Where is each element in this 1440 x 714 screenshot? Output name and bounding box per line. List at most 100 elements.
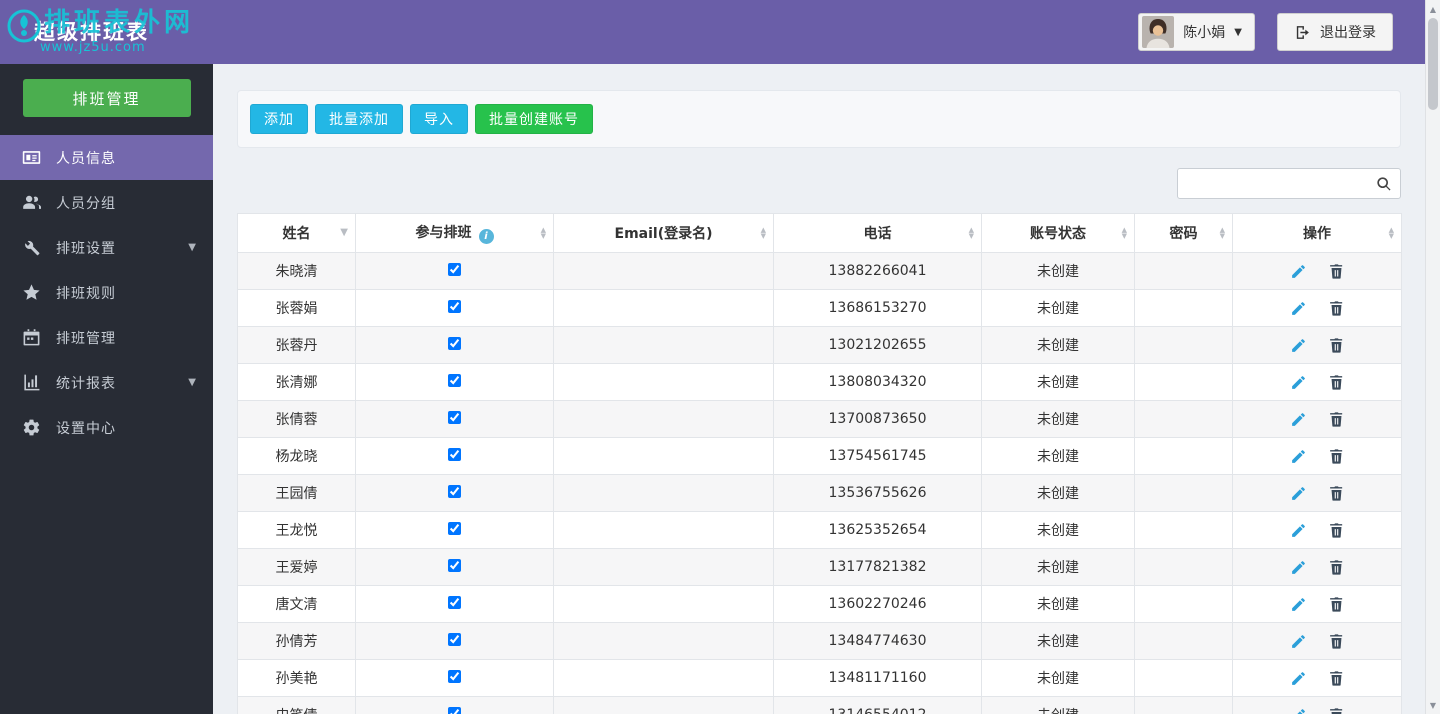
pencil-icon [1290, 374, 1307, 391]
scheduled-checkbox[interactable] [448, 670, 461, 683]
col-header-actions[interactable]: 操作 ▲▼ [1233, 214, 1402, 253]
sort-icon[interactable]: ▲▼ [1220, 227, 1225, 239]
edit-button[interactable] [1290, 263, 1307, 280]
cell-actions [1233, 364, 1402, 401]
col-header-status[interactable]: 账号状态 ▲▼ [982, 214, 1135, 253]
cell-scheduled [356, 586, 554, 623]
table-body: 朱晓清 13882266041 未创建 张蓉娟 13686153270 未创建 [238, 253, 1402, 714]
pencil-icon [1290, 300, 1307, 317]
cell-actions [1233, 253, 1402, 290]
cell-scheduled [356, 290, 554, 327]
delete-button[interactable] [1328, 522, 1345, 539]
edit-button[interactable] [1290, 596, 1307, 613]
cell-status: 未创建 [982, 364, 1135, 401]
cell-password [1135, 438, 1233, 475]
scrollbar-down-arrow[interactable]: ▼ [1426, 697, 1440, 713]
sidebar-item-settings-center[interactable]: 设置中心 ▼ [0, 405, 213, 450]
edit-button[interactable] [1290, 337, 1307, 354]
edit-button[interactable] [1290, 374, 1307, 391]
edit-button[interactable] [1290, 485, 1307, 502]
cell-name: 杨龙晓 [238, 438, 356, 475]
col-header-name[interactable]: 姓名 ▼ [238, 214, 356, 253]
delete-button[interactable] [1328, 670, 1345, 687]
col-header-phone[interactable]: 电话 ▲▼ [774, 214, 982, 253]
table-header-row: 姓名 ▼ 参与排班i ▲▼ Email(登录名) ▲▼ 电话 ▲▼ 账号状态 [238, 214, 1402, 253]
scheduled-checkbox[interactable] [448, 374, 461, 387]
edit-button[interactable] [1290, 633, 1307, 650]
delete-button[interactable] [1328, 485, 1345, 502]
sidebar-item-personnel-info[interactable]: 人员信息 ▼ [0, 135, 213, 180]
sort-icon[interactable]: ▲▼ [1389, 227, 1394, 239]
sidebar-item-shift-manage[interactable]: 排班管理 ▼ [0, 315, 213, 360]
scheduled-checkbox[interactable] [448, 596, 461, 609]
cell-name: 张蓉丹 [238, 327, 356, 364]
sort-icon[interactable]: ▲▼ [541, 227, 546, 239]
cell-email [554, 401, 774, 438]
scheduled-checkbox[interactable] [448, 263, 461, 276]
batch-create-accounts-button[interactable]: 批量创建账号 [475, 104, 593, 134]
table-row: 朱晓清 13882266041 未创建 [238, 253, 1402, 290]
cell-password [1135, 697, 1233, 714]
user-menu-button[interactable]: 陈小娟 ▼ [1138, 13, 1255, 51]
delete-button[interactable] [1328, 411, 1345, 428]
scheduled-checkbox[interactable] [448, 707, 461, 714]
pencil-icon [1290, 337, 1307, 354]
col-header-scheduled[interactable]: 参与排班i ▲▼ [356, 214, 554, 253]
schedule-manage-button[interactable]: 排班管理 [23, 79, 191, 117]
delete-button[interactable] [1328, 559, 1345, 576]
sort-icon[interactable]: ▲▼ [969, 227, 974, 239]
search-icon[interactable] [1376, 176, 1392, 192]
info-icon[interactable]: i [479, 229, 494, 244]
import-button[interactable]: 导入 [410, 104, 468, 134]
sort-icon[interactable]: ▼ [340, 228, 348, 238]
col-header-email[interactable]: Email(登录名) ▲▼ [554, 214, 774, 253]
batch-add-button[interactable]: 批量添加 [315, 104, 403, 134]
cell-phone: 13686153270 [774, 290, 982, 327]
scrollbar-up-arrow[interactable]: ▲ [1426, 1, 1440, 17]
sidebar-item-reports[interactable]: 统计报表 ▼ [0, 360, 213, 405]
sort-icon[interactable]: ▲▼ [1122, 227, 1127, 239]
scheduled-checkbox[interactable] [448, 448, 461, 461]
delete-button[interactable] [1328, 633, 1345, 650]
scheduled-checkbox[interactable] [448, 633, 461, 646]
edit-button[interactable] [1290, 300, 1307, 317]
cell-phone: 13484774630 [774, 623, 982, 660]
edit-button[interactable] [1290, 522, 1307, 539]
edit-button[interactable] [1290, 559, 1307, 576]
delete-button[interactable] [1328, 337, 1345, 354]
col-header-password[interactable]: 密码 ▲▼ [1135, 214, 1233, 253]
scheduled-checkbox[interactable] [448, 337, 461, 350]
scrollbar-thumb[interactable] [1428, 18, 1438, 110]
scheduled-checkbox[interactable] [448, 485, 461, 498]
delete-button[interactable] [1328, 300, 1345, 317]
scheduled-checkbox[interactable] [448, 411, 461, 424]
cell-status: 未创建 [982, 253, 1135, 290]
sidebar-item-shift-rules[interactable]: 排班规则 ▼ [0, 270, 213, 315]
search-input[interactable] [1178, 169, 1400, 198]
add-button[interactable]: 添加 [250, 104, 308, 134]
cell-password [1135, 549, 1233, 586]
cell-email [554, 290, 774, 327]
cell-email [554, 586, 774, 623]
scheduled-checkbox[interactable] [448, 559, 461, 572]
scheduled-checkbox[interactable] [448, 522, 461, 535]
pencil-icon [1290, 596, 1307, 613]
delete-button[interactable] [1328, 448, 1345, 465]
sort-icon[interactable]: ▲▼ [761, 227, 766, 239]
delete-button[interactable] [1328, 707, 1345, 714]
edit-button[interactable] [1290, 411, 1307, 428]
sidebar-item-personnel-group[interactable]: 人员分组 ▼ [0, 180, 213, 225]
page-scrollbar[interactable]: ▲ ▼ [1425, 0, 1440, 714]
trash-icon [1328, 633, 1345, 650]
trash-icon [1328, 411, 1345, 428]
delete-button[interactable] [1328, 374, 1345, 391]
edit-button[interactable] [1290, 670, 1307, 687]
scheduled-checkbox[interactable] [448, 300, 461, 313]
logout-button[interactable]: 退出登录 [1277, 13, 1393, 51]
edit-button[interactable] [1290, 448, 1307, 465]
delete-button[interactable] [1328, 596, 1345, 613]
edit-button[interactable] [1290, 707, 1307, 714]
sidebar-item-shift-settings[interactable]: 排班设置 ▼ [0, 225, 213, 270]
delete-button[interactable] [1328, 263, 1345, 280]
cell-name: 朱晓清 [238, 253, 356, 290]
